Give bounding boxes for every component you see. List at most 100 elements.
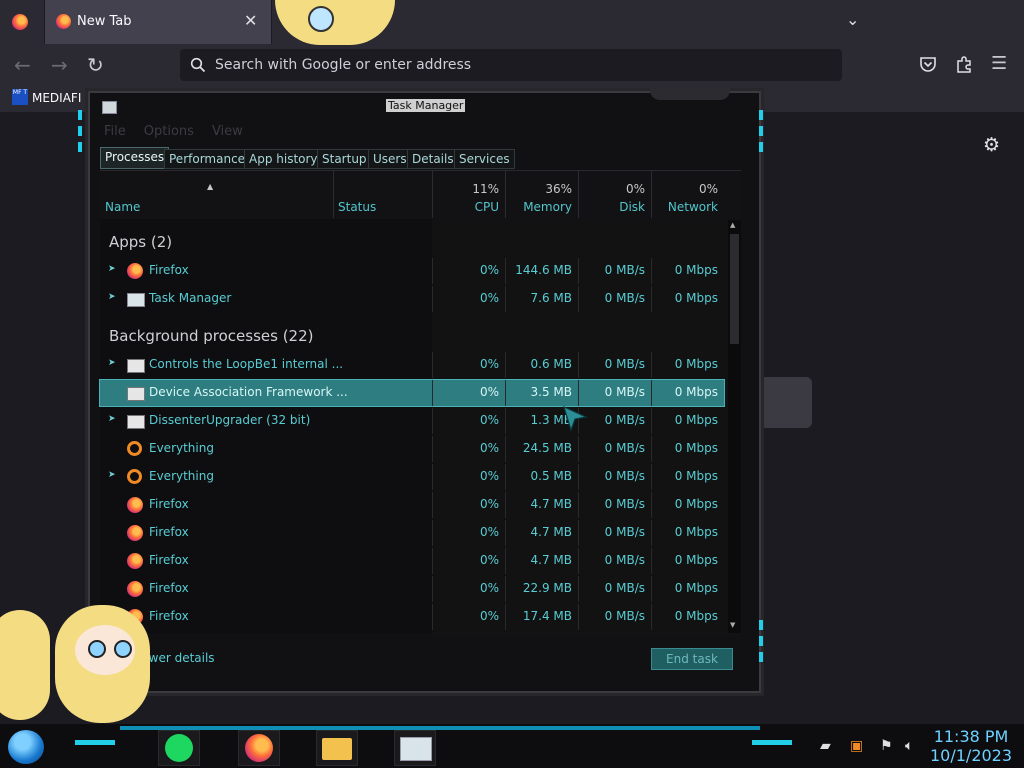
end-task-button[interactable]: End task [651,648,733,670]
column-separator [651,520,652,546]
table-row[interactable]: ➤ Controls the LoopBe1 internal ... 0% 0.6 … [100,352,724,378]
table-row[interactable]: ➤ Firefox 0% 144.6 MB 0 MB/s 0 Mbps [100,258,724,284]
column-header-disk[interactable]: 0% Disk [578,170,652,218]
column-separator [578,380,579,406]
process-disk: 0 MB/s [604,553,645,567]
process-cpu: 0% [479,357,499,371]
scrollbar-thumb[interactable] [730,234,739,344]
column-separator [505,286,506,312]
process-cpu: 0% [479,581,499,595]
gear-icon[interactable]: ⚙ [983,134,1000,156]
process-name: Controls the LoopBe1 internal ... [149,357,344,371]
column-separator [505,352,506,378]
tab-close-icon[interactable]: ✕ [244,11,257,30]
firefox-icon [127,581,143,597]
frame-accent [759,110,763,120]
tab-processes[interactable]: Processes [100,147,170,169]
forward-arrow-icon[interactable]: → [51,53,68,77]
process-cpu: 0% [479,413,499,427]
url-bar[interactable]: Search with Google or enter address [180,49,842,81]
reload-icon[interactable]: ↻ [87,53,104,77]
taskbar-app-notes[interactable] [158,730,200,766]
menu-view[interactable]: View [212,124,243,139]
column-separator [432,520,433,546]
process-disk: 0 MB/s [604,385,645,399]
column-separator [432,604,433,630]
tab-performance[interactable]: Performance [164,149,251,169]
table-row[interactable]: ➤ Task Manager 0% 7.6 MB 0 MB/s 0 Mbps [100,286,724,312]
process-network: 0 Mbps [674,413,718,427]
extensions-puzzle-icon[interactable] [955,55,973,73]
bookmark-mediafire[interactable]: MF T MEDIAFI [10,89,90,109]
memory-label: Memory [523,200,572,214]
table-row[interactable]: Firefox 0% 4.7 MB 0 MB/s 0 Mbps [100,548,724,574]
back-arrow-icon[interactable]: ← [14,53,31,77]
tab-details[interactable]: Details [407,149,459,169]
column-separator [432,492,433,518]
green-notes-icon [165,734,193,762]
table-row[interactable]: ➤ Everything 0% 0.5 MB 0 MB/s 0 Mbps [100,464,724,490]
shortcut-tile[interactable] [760,377,812,428]
table-row[interactable]: Firefox 0% 22.9 MB 0 MB/s 0 Mbps [100,576,724,602]
table-row[interactable]: Firefox 0% 4.7 MB 0 MB/s 0 Mbps [100,492,724,518]
start-orb-icon[interactable] [8,730,44,764]
table-row[interactable]: Device Association Framework ... 0% 3.5 MB… [99,379,725,407]
table-row[interactable]: Everything 0% 24.5 MB 0 MB/s 0 Mbps [100,436,724,462]
taskbar-app-firefox[interactable] [238,730,280,766]
process-memory: 144.6 MB [515,263,572,277]
table-row[interactable]: ➤ DissenterUpgrader (32 bit) 0% 1.3 MB 0 MB/… [100,408,724,434]
column-header-cpu[interactable]: 11% CPU [432,170,506,218]
process-name: Firefox [149,609,189,623]
firefox-view-icon[interactable] [12,14,28,30]
show-hidden-icons-icon[interactable]: ▰ [820,738,831,754]
frame-accent [78,126,82,136]
menu-options[interactable]: Options [144,124,194,139]
tab-startup[interactable]: Startup [317,149,372,169]
expand-arrow-icon[interactable]: ➤ [108,414,116,424]
process-network: 0 Mbps [674,263,718,277]
volume-icon[interactable]: 🔈︎ [905,738,913,754]
app-menu-hamburger-icon[interactable]: ☰ [991,53,1007,74]
column-separator [432,286,433,312]
taskbar-app-file-explorer[interactable] [316,730,358,766]
column-header-memory[interactable]: 36% Memory [505,170,579,218]
column-header-status[interactable]: Status [333,170,433,218]
column-separator [432,436,433,462]
column-separator [505,464,506,490]
list-all-tabs-chevron-down-icon[interactable]: ⌄ [846,10,859,29]
tab-services[interactable]: Services [454,149,515,169]
column-header-name[interactable]: ▲ Name [100,170,334,218]
column-separator [432,380,433,406]
table-row[interactable]: Firefox 0% 4.7 MB 0 MB/s 0 Mbps [100,520,724,546]
process-disk: 0 MB/s [604,581,645,595]
column-separator [432,258,433,284]
process-cpu: 0% [479,525,499,539]
action-center-flag-icon[interactable]: ⚑ [880,738,893,754]
column-separator [505,436,506,462]
process-name: Firefox [149,497,189,511]
expand-arrow-icon[interactable]: ➤ [108,470,116,480]
process-memory: 7.6 MB [530,291,572,305]
firefox-icon [245,734,273,762]
process-cpu: 0% [479,609,499,623]
scroll-up-arrow-icon[interactable]: ▲ [730,221,735,229]
tray-app-icon[interactable]: ▣ [850,738,863,754]
expand-arrow-icon[interactable]: ➤ [108,292,116,302]
firefox-icon [127,553,143,569]
process-memory: 17.4 MB [522,609,572,623]
column-separator [505,604,506,630]
firefox-icon [127,263,143,279]
expand-arrow-icon[interactable]: ➤ [108,264,116,274]
pocket-icon[interactable] [919,56,937,73]
scroll-down-arrow-icon[interactable]: ▼ [730,621,735,629]
tab-app-history[interactable]: App history [244,149,323,169]
table-row[interactable]: Firefox 0% 17.4 MB 0 MB/s 0 Mbps [100,604,724,630]
column-header-network[interactable]: 0% Network [651,170,724,218]
taskbar-app-task-manager[interactable] [394,730,436,766]
menu-file[interactable]: File [104,124,126,139]
column-separator [578,548,579,574]
expand-arrow-icon[interactable]: ➤ [108,358,116,368]
system-clock[interactable]: 11:38 PM 10/1/2023 [930,727,1012,765]
tab-users[interactable]: Users [368,149,412,169]
process-cpu: 0% [479,553,499,567]
